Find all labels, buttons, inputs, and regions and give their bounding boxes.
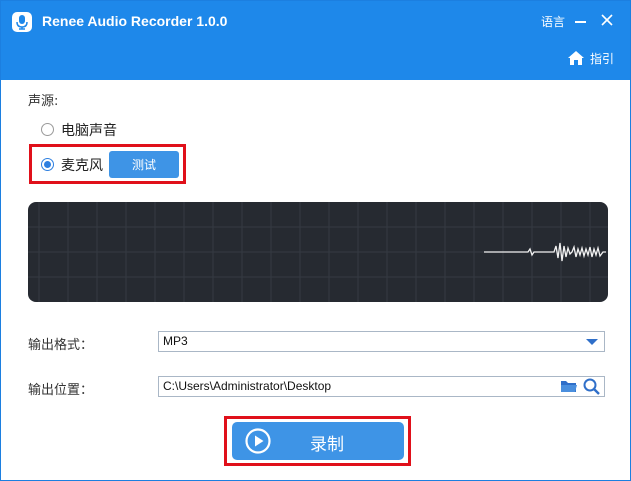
close-button[interactable]	[597, 10, 617, 30]
waveform-display	[28, 202, 608, 302]
radio-microphone[interactable]	[41, 158, 54, 171]
app-title: Renee Audio Recorder 1.0.0	[42, 13, 228, 29]
microphone-label[interactable]: 麦克风	[61, 155, 103, 175]
title-bar: Renee Audio Recorder 1.0.0 语言 指引	[1, 1, 630, 80]
play-icon	[245, 428, 271, 454]
home-icon	[568, 51, 584, 65]
output-format-label: 输出格式：	[28, 338, 94, 353]
output-location-field[interactable]: C:\Users\Administrator\Desktop	[158, 376, 605, 397]
test-button[interactable]: 测试	[109, 151, 179, 178]
record-button[interactable]: 录制	[232, 422, 404, 460]
guide-label: 指引	[590, 51, 615, 66]
output-location-value: C:\Users\Administrator\Desktop	[163, 379, 332, 393]
minimize-button[interactable]	[573, 10, 589, 30]
search-icon[interactable]	[582, 378, 601, 396]
close-icon	[601, 14, 613, 26]
source-label: 声源:	[28, 94, 59, 109]
output-format-select[interactable]: MP3	[158, 331, 605, 352]
folder-icon[interactable]	[560, 379, 578, 394]
app-window: Renee Audio Recorder 1.0.0 语言 指引 声源: 电脑声…	[0, 0, 631, 481]
chevron-down-icon[interactable]	[586, 339, 598, 345]
radio-computer-sound[interactable]	[41, 123, 54, 136]
output-format-value: MP3	[163, 334, 188, 348]
language-button[interactable]: 语言	[541, 13, 565, 30]
guide-button[interactable]: 指引	[567, 48, 614, 68]
record-label: 录制	[310, 435, 344, 455]
microphone-icon	[12, 12, 32, 32]
computer-sound-label[interactable]: 电脑声音	[61, 120, 117, 140]
output-location-label: 输出位置：	[28, 383, 94, 398]
